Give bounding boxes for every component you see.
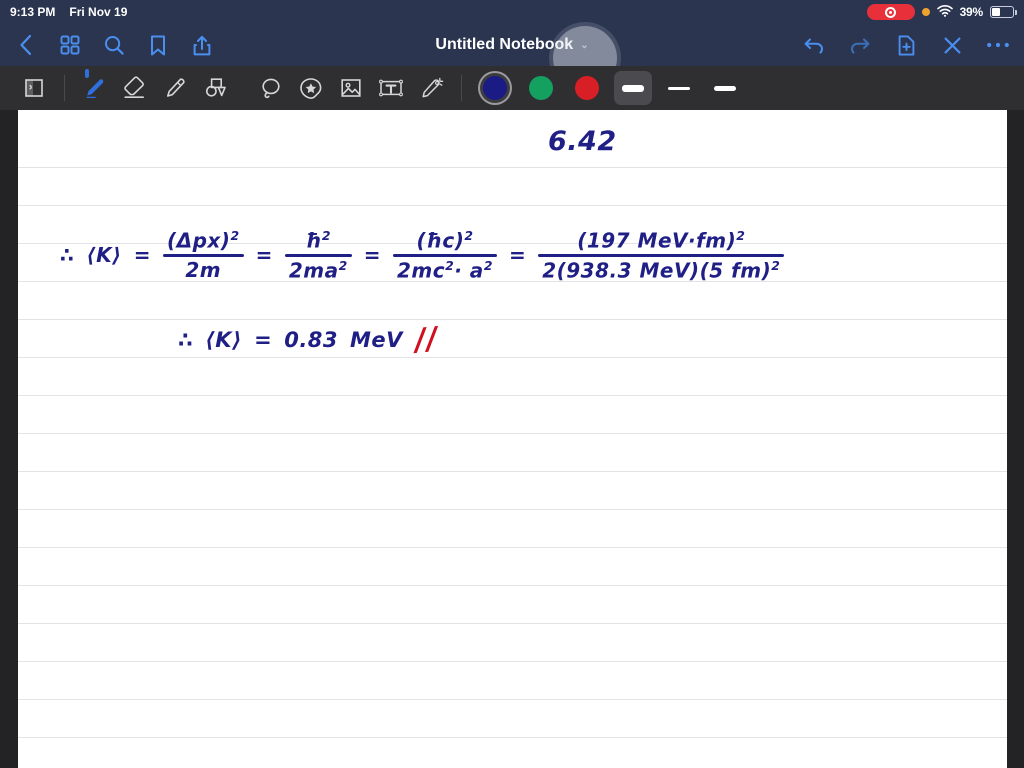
color-swatch-red[interactable]	[575, 76, 599, 100]
frac4-numerator: (197 MeV·fm)	[577, 228, 737, 253]
sticker-tool-button[interactable]	[291, 71, 331, 105]
result-unit: MeV	[350, 327, 403, 352]
record-icon[interactable]	[866, 4, 915, 20]
handwritten-equation-line-1: ∴ ⟨K⟩ = (Δpx)2 2m = ħ2 2ma2 = (ħc)2 2mc2…	[60, 228, 796, 282]
pen-tool-button[interactable]	[75, 69, 115, 105]
frac3-denominator-exponent: 2	[445, 257, 455, 273]
navigation-bar-right	[802, 33, 1010, 57]
document-title-button[interactable]: Untitled Notebook ⌄	[435, 36, 588, 54]
bookmark-icon[interactable]	[146, 33, 170, 57]
result-value: 0.83	[284, 327, 339, 352]
status-date: Fri Nov 19	[69, 5, 128, 19]
microphone-in-use-indicator-icon	[921, 8, 930, 16]
battery-percent-label: 39%	[959, 5, 984, 19]
image-tool-button[interactable]	[331, 71, 371, 105]
therefore-symbol-1: ∴	[60, 243, 75, 268]
grid-icon[interactable]	[58, 33, 82, 57]
toolbar-divider-colors	[461, 75, 462, 101]
wifi-icon	[936, 4, 953, 20]
fraction-hbarc-squared-over-2mc2-a2: (ħc)2 2mc2· a2	[393, 228, 497, 282]
chevron-left-icon[interactable]	[14, 33, 38, 57]
frac3-denominator-tail: · a	[454, 258, 484, 283]
frac2-numerator-exponent: 2	[321, 228, 331, 243]
equals-3: =	[363, 243, 381, 268]
handwritten-problem-number: 6.42	[548, 126, 617, 157]
status-bar-right: 39%	[866, 4, 1017, 20]
color-swatch-navy[interactable]	[483, 76, 507, 100]
therefore-symbol-2: ∴	[178, 327, 194, 352]
status-bar: 9:13 PM Fri Nov 19 39%	[0, 0, 1024, 24]
frac3-numerator-exponent: 2	[464, 228, 474, 243]
eraser-tool-button[interactable]	[115, 71, 155, 105]
frac4-denominator-exponent: 2	[771, 257, 781, 273]
frac2-denominator: 2ma	[288, 258, 339, 283]
frac4-numerator-exponent: 2	[736, 228, 746, 243]
text-box-tool-button[interactable]	[371, 71, 411, 105]
redo-icon[interactable]	[848, 33, 872, 57]
lasso-tool-button[interactable]	[251, 71, 291, 105]
ellipsis-icon[interactable]	[986, 33, 1010, 57]
frac3-denominator-tail-exponent: 2	[483, 257, 493, 273]
pen-selected-indicator	[85, 69, 89, 78]
equals-5: =	[254, 327, 273, 352]
document-title-label: Untitled Notebook	[435, 36, 574, 53]
notability-app-window: 9:13 PM Fri Nov 19 39% Untitled Notebook…	[0, 0, 1024, 768]
frac1-numerator-exponent: 2	[230, 228, 240, 244]
page-layout-tool-button[interactable]	[14, 71, 54, 105]
color-swatch-green[interactable]	[529, 76, 553, 100]
red-correction-mark: //	[413, 320, 440, 359]
fraction-numeric-evaluation: (197 MeV·fm)2 2(938.3 MeV)(5 fm)2	[538, 228, 785, 283]
equals-1: =	[133, 243, 151, 268]
search-icon[interactable]	[102, 33, 126, 57]
equals-2: =	[255, 243, 273, 268]
fraction-dpx-squared-over-2m: (Δpx)2 2m	[162, 228, 244, 282]
frac1-numerator: (Δpx)	[166, 228, 231, 253]
share-icon[interactable]	[190, 33, 214, 57]
document-plus-icon[interactable]	[894, 33, 918, 57]
expectation-k-1: ⟨K⟩	[86, 243, 122, 268]
undo-icon[interactable]	[802, 33, 826, 57]
stroke-width-thick-button[interactable]	[614, 71, 652, 105]
battery-icon	[990, 6, 1017, 18]
stroke-width-medium-button[interactable]	[706, 71, 744, 105]
magic-wand-tool-button[interactable]	[411, 71, 451, 105]
frac2-denominator-exponent: 2	[338, 257, 348, 273]
toolbar-divider	[64, 75, 65, 101]
frac2-numerator: ħ	[305, 228, 322, 253]
navigation-bar-left	[14, 33, 214, 57]
highlighter-tool-button[interactable]	[155, 71, 195, 105]
status-bar-left: 9:13 PM Fri Nov 19	[10, 5, 127, 19]
close-x-icon[interactable]	[940, 33, 964, 57]
equals-4: =	[508, 243, 527, 268]
chevron-down-icon[interactable]: ⌄	[580, 40, 588, 51]
expectation-k-2: ⟨K⟩	[205, 327, 243, 352]
navigation-bar: Untitled Notebook ⌄	[0, 24, 1024, 90]
frac1-denominator: 2m	[185, 257, 222, 282]
frac4-denominator: 2(938.3 MeV)(5 fm)	[542, 258, 772, 283]
status-time: 9:13 PM	[10, 5, 56, 19]
shapes-tool-button[interactable]	[195, 71, 235, 105]
tool-bar	[0, 66, 1024, 110]
frac3-numerator: (ħc)	[416, 228, 465, 253]
frac3-denominator: 2mc	[397, 258, 446, 283]
handwritten-equation-line-2: ∴ ⟨K⟩ = 0.83 MeV //	[178, 320, 450, 359]
stroke-width-thin-button[interactable]	[660, 71, 698, 105]
notebook-page[interactable]: 6.42 ∴ ⟨K⟩ = (Δpx)2 2m = ħ2 2ma2 = (ħc)2…	[18, 110, 1007, 768]
fraction-hbar-squared-over-2ma-squared: ħ2 2ma2	[284, 228, 352, 283]
